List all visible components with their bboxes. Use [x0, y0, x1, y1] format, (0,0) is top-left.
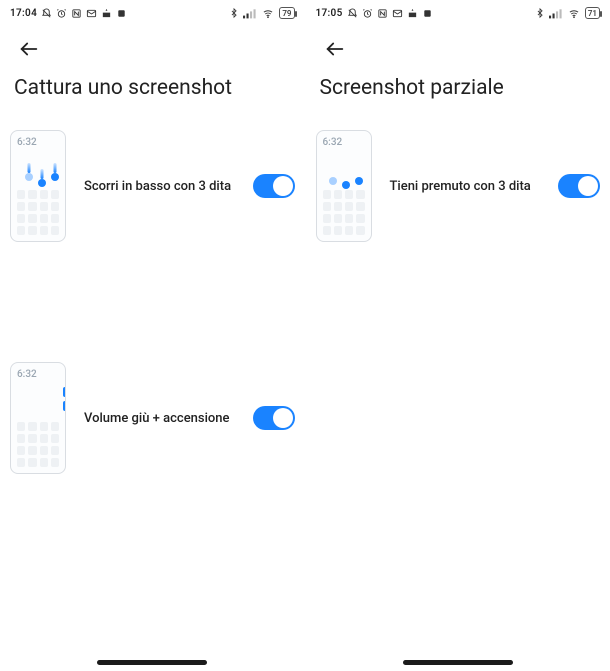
bluetooth-icon [229, 7, 239, 19]
alarm-icon [362, 8, 373, 19]
back-button[interactable] [14, 34, 44, 64]
status-bar: 17:04 79 [0, 0, 305, 26]
page-title: Screenshot parziale [306, 64, 610, 110]
battery-indicator: 71 [585, 7, 600, 19]
phone-right: 17:05 71 Screenshot parziale [305, 0, 610, 671]
nav-pill[interactable] [403, 660, 513, 665]
dnd-icon [347, 8, 358, 19]
toggle-volume-power[interactable] [253, 406, 295, 430]
gesture-preview: 6:32 [316, 130, 372, 242]
option-label: Scorri in basso con 3 dita [84, 179, 235, 194]
option-hold-3-fingers: 6:32 Tieni premuto con 3 dita [316, 130, 601, 242]
header [306, 26, 610, 64]
wifi-icon [567, 8, 581, 19]
arrow-left-icon [18, 38, 40, 60]
status-time: 17:05 [316, 8, 343, 19]
page-title: Cattura uno screenshot [0, 64, 305, 110]
toggle-hold-3-fingers[interactable] [558, 174, 600, 198]
wifi-icon [261, 8, 275, 19]
status-bar: 17:05 71 [306, 0, 610, 26]
signal-icon [243, 8, 257, 19]
nfc-icon [377, 8, 388, 19]
toggle-swipe-3-fingers[interactable] [253, 174, 295, 198]
misc-icon [422, 8, 433, 19]
status-time: 17:04 [10, 8, 37, 19]
phone-left: 17:04 79 Cattura uno screenshot [0, 0, 305, 671]
battery-indicator: 79 [279, 7, 294, 19]
settings-list: 6:32 Tieni premuto con 3 dita [306, 110, 610, 242]
signal-icon [549, 8, 563, 19]
settings-list: 6:32 Scorri in basso con 3 dita 6:32 [0, 110, 305, 474]
dnd-icon [41, 8, 52, 19]
arrow-left-icon [324, 38, 346, 60]
alarm-icon [56, 8, 67, 19]
option-label: Volume giù + accensione [84, 411, 235, 426]
nfc-icon [71, 8, 82, 19]
gesture-preview: 6:32 [10, 130, 66, 242]
app-icon [407, 8, 418, 19]
back-button[interactable] [320, 34, 350, 64]
option-volume-power: 6:32 Volume giù + accensione [10, 362, 295, 474]
header [0, 26, 305, 64]
gesture-preview: 6:32 [10, 362, 66, 474]
bluetooth-icon [535, 7, 545, 19]
misc-icon [116, 8, 127, 19]
mail-icon [392, 8, 403, 19]
nav-pill[interactable] [97, 660, 207, 665]
option-swipe-3-fingers: 6:32 Scorri in basso con 3 dita [10, 130, 295, 242]
option-label: Tieni premuto con 3 dita [390, 179, 541, 194]
app-icon [101, 8, 112, 19]
mail-icon [86, 8, 97, 19]
